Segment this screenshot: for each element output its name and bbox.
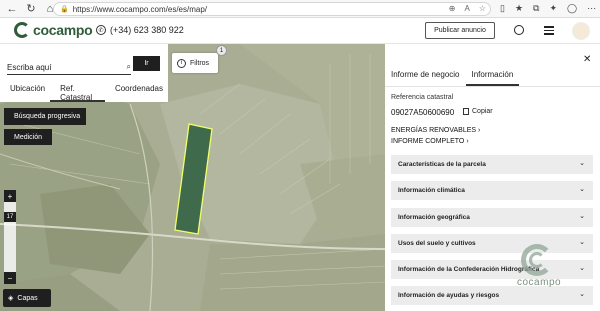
tab-business-report[interactable]: Informe de negocio [385,68,466,86]
search-tabs: Ubicación Ref. Catastral Coordenadas [0,80,168,102]
chevron-down-icon: ⌄ [579,265,585,272]
avatar[interactable] [572,22,590,40]
hamburger-menu-icon[interactable] [544,26,554,37]
full-report-link[interactable]: INFORME COMPLETO › [391,138,469,145]
section-climate[interactable]: Información climática ⌄ [391,181,593,200]
logo-mark-icon [14,22,30,38]
chevron-right-icon: › [466,138,469,145]
section-label: Información climática [398,187,465,194]
tab-coordenadas[interactable]: Coordenadas [105,80,168,102]
lock-icon: 🔒 [60,6,69,13]
filters-label: Filtros [190,59,210,67]
zoom-control: + 17 − [4,190,16,284]
watermark-inner-ring [529,252,545,268]
close-icon[interactable]: ✕ [583,54,591,65]
chevron-down-icon: ⌄ [579,239,585,246]
copy-button[interactable]: Copiar [463,108,493,115]
favorite-icon[interactable]: ☆ [479,4,486,13]
split-screen-icon[interactable]: ▯ [500,3,505,14]
logo-text: cocampo [33,22,93,38]
read-aloud-icon[interactable]: A [464,4,469,13]
zoom-icon[interactable]: ⊕ [449,4,456,13]
section-geographic[interactable]: Información geográfica ⌄ [391,208,593,227]
chevron-down-icon: ⌄ [579,186,585,193]
address-bar[interactable]: 🔒 https://www.cocampo.com/es/es/map/ ⊕ A… [53,2,491,16]
chevron-down-icon: ⌄ [579,291,585,298]
favorites-bar-icon[interactable]: ★ [515,3,523,14]
full-report-label: INFORME COMPLETO [391,138,465,145]
cocampo-watermark: cocampo [515,244,563,290]
search-input[interactable]: Escriba aquí ⌕ [7,61,131,75]
renewables-label: ENERGÍAS RENOVABLES [391,127,477,134]
whatsapp-icon: ✆ [96,25,106,35]
search-icon[interactable]: ⌕ [127,62,131,72]
publish-ad-button[interactable]: Publicar anuncio [425,22,495,39]
go-button[interactable]: Ir [133,56,160,71]
section-label: Información geográfica [398,214,470,221]
tab-information[interactable]: Información [465,68,520,86]
search-placeholder: Escriba aquí [7,63,52,72]
tabs-divider [385,86,600,87]
refresh-icon[interactable]: ↻ [24,2,38,16]
back-icon[interactable]: ← [5,2,19,16]
profile-icon[interactable]: ◯ [567,3,577,14]
phone-contact[interactable]: ✆ (+34) 623 380 922 [96,25,184,35]
chevron-down-icon: ⌄ [579,213,585,220]
site-header: cocampo ✆ (+34) 623 380 922 Publicar anu… [0,18,600,44]
copy-icon [463,108,469,115]
extensions-icon[interactable]: ✦ [549,3,557,14]
watermark-text: cocampo [517,277,562,288]
cocampo-logo[interactable]: cocampo [14,22,93,38]
zoom-out-button[interactable]: − [4,272,16,284]
measure-button[interactable]: Medición [4,129,52,145]
cadastral-ref-value: 09027A50600690 [391,108,455,117]
tab-ref-catastral[interactable]: Ref. Catastral [50,80,105,102]
phone-number: (+34) 623 380 922 [110,25,184,35]
tab-ubicacion[interactable]: Ubicación [0,80,50,102]
layers-icon: ◈ [8,295,14,302]
copy-label: Copiar [472,108,493,115]
more-icon[interactable]: ⋯ [587,3,596,14]
collections-icon[interactable]: ⧉ [533,3,539,14]
renewables-link[interactable]: ENERGÍAS RENOVABLES › [391,127,480,134]
layers-label: Capas [17,294,38,302]
url-text: https://www.cocampo.com/es/es/map/ [72,4,207,14]
chevron-down-icon: ⌄ [579,160,585,167]
search-panel: Escriba aquí ⌕ Ir Ubicación Ref. Catastr… [0,44,168,102]
sidebar-tabs: Informe de negocio Información [385,68,520,86]
layers-button[interactable]: ◈ Capas [3,289,51,307]
zoom-in-button[interactable]: + [4,190,16,202]
section-label: Características de la parcela [398,161,486,168]
section-label: Usos del suelo y cultivos [398,240,476,247]
section-label: Información de ayudas y riesgos [398,292,500,299]
section-parcel-features[interactable]: Características de la parcela ⌄ [391,155,593,174]
progressive-search-button[interactable]: Búsqueda progresiva [4,108,86,125]
globe-icon[interactable] [514,25,524,35]
filters-count-badge: 1 [216,45,227,56]
zoom-level: 17 [4,212,16,222]
cadastral-ref-label: Referencia catastral [391,94,454,101]
filter-icon: i [177,58,186,68]
chevron-right-icon: › [478,127,481,134]
filters-button[interactable]: i Filtros [172,53,218,73]
